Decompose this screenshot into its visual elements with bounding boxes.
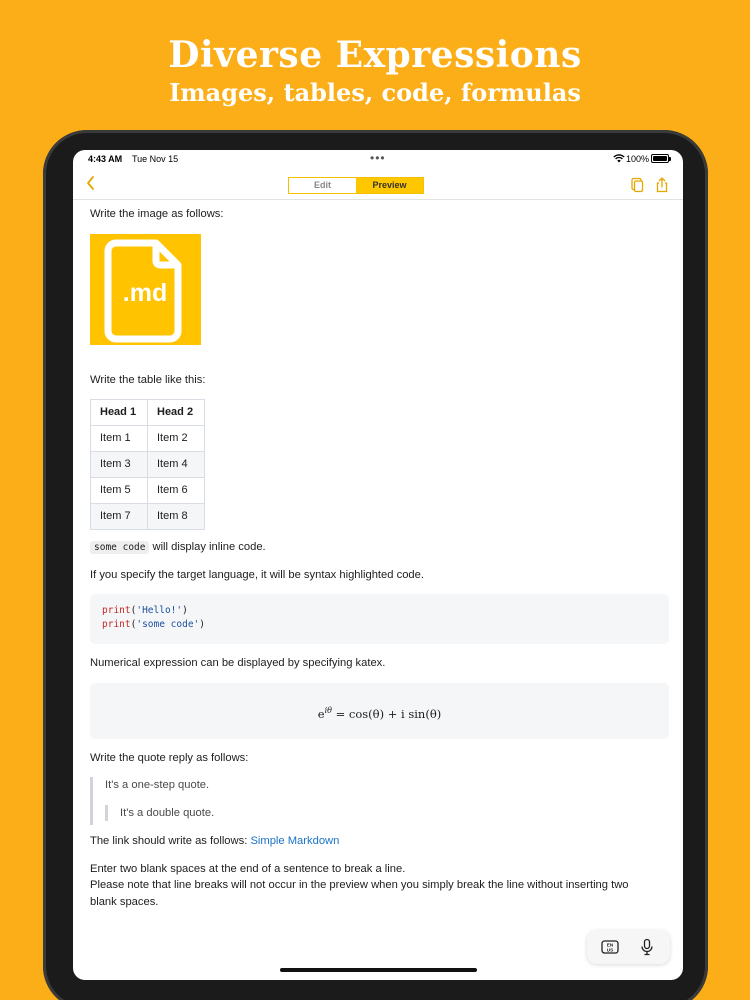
table-row: Item 1 Item 2: [90, 425, 205, 452]
promo-title: Diverse Expressions: [168, 34, 582, 76]
table-header-cell: Head 1: [90, 399, 148, 426]
math-exponent: iθ: [324, 706, 332, 715]
status-bar: 4:43 AM Tue Nov 15 ••• 100%: [73, 150, 683, 168]
tab-edit[interactable]: Edit: [289, 178, 356, 193]
svg-text:.md: .md: [123, 279, 167, 307]
floating-input-toolbar: EN US: [587, 930, 670, 964]
code-block: print('Hello!') print('some code'): [90, 594, 669, 644]
code-line: print('some code'): [102, 619, 205, 630]
markdown-file-image: .md: [90, 234, 201, 345]
inline-code-suffix: will display inline code.: [152, 541, 266, 553]
chevron-left-icon: [87, 176, 94, 190]
svg-text:US: US: [607, 947, 613, 952]
home-indicator: [280, 968, 477, 972]
table-row: Item 5 Item 6: [90, 477, 205, 504]
table-header-row: Head 1 Head 2: [90, 399, 205, 426]
battery-percent: 100%: [626, 154, 650, 164]
status-date: Tue Nov 15: [132, 154, 179, 164]
nested-blockquote: It's a double quote.: [105, 805, 215, 822]
syntax-intro-text: If you specify the target language, it w…: [90, 569, 424, 581]
blockquote: It's a one-step quote. It's a double quo…: [90, 777, 390, 825]
table-cell: Item 6: [147, 477, 205, 504]
math-formula-block: eiθ = cos(θ) + i sin(θ): [90, 683, 669, 739]
linebreak-text-3: blank spaces.: [90, 896, 159, 908]
markdown-table: Head 1 Head 2 Item 1 Item 2 Item 3 Item …: [90, 399, 205, 530]
table-cell: Item 4: [147, 451, 205, 478]
math-expression: = cos(θ) + i sin(θ): [335, 706, 442, 721]
simple-markdown-link[interactable]: Simple Markdown: [250, 835, 339, 847]
table-row: Item 3 Item 4: [90, 451, 205, 478]
link-intro-text: The link should write as follows:: [90, 835, 248, 847]
copy-icon[interactable]: [628, 176, 646, 194]
link-line: The link should write as follows: Simple…: [90, 833, 339, 849]
edit-preview-segmented-control: Edit Preview: [288, 177, 424, 194]
microphone-icon[interactable]: [638, 938, 656, 956]
table-cell: Item 3: [90, 451, 148, 478]
code-line: print('Hello!'): [102, 605, 188, 616]
keyboard-language-icon[interactable]: EN US: [601, 938, 619, 956]
tab-preview[interactable]: Preview: [356, 178, 423, 193]
navigation-bar: Edit Preview: [73, 172, 683, 200]
linebreak-text-2: Please note that line breaks will not oc…: [90, 879, 629, 891]
table-intro-text: Write the table like this:: [90, 374, 206, 386]
inline-code-line: some code will display inline code.: [90, 539, 266, 555]
table-header-cell: Head 2: [147, 399, 205, 426]
nested-blockquote-text: It's a double quote.: [120, 807, 215, 819]
table-cell: Item 1: [90, 425, 148, 452]
battery-icon: [651, 154, 671, 163]
table-cell: Item 2: [147, 425, 205, 452]
app-screen: 4:43 AM Tue Nov 15 ••• 100% Edit Preview: [73, 150, 683, 980]
table-cell: Item 7: [90, 503, 148, 530]
md-file-icon: .md: [104, 239, 182, 343]
image-intro-text: Write the image as follows:: [90, 208, 224, 220]
linebreak-text-1: Enter two blank spaces at the end of a s…: [90, 863, 406, 875]
math-intro-text: Numerical expression can be displayed by…: [90, 657, 386, 669]
promo-subtitle: Images, tables, code, formulas: [169, 78, 581, 107]
status-time: 4:43 AM: [88, 154, 123, 164]
wifi-icon: [613, 154, 625, 163]
math-base: e: [317, 706, 325, 721]
quote-intro-text: Write the quote reply as follows:: [90, 752, 249, 764]
inline-code: some code: [90, 541, 150, 554]
table-row: Item 7 Item 8: [90, 503, 205, 530]
table-cell: Item 8: [147, 503, 205, 530]
multitasking-dots[interactable]: •••: [370, 151, 386, 165]
blockquote-text: It's a one-step quote.: [105, 779, 210, 791]
back-button[interactable]: [85, 175, 105, 195]
table-cell: Item 5: [90, 477, 148, 504]
share-icon[interactable]: [653, 176, 671, 194]
